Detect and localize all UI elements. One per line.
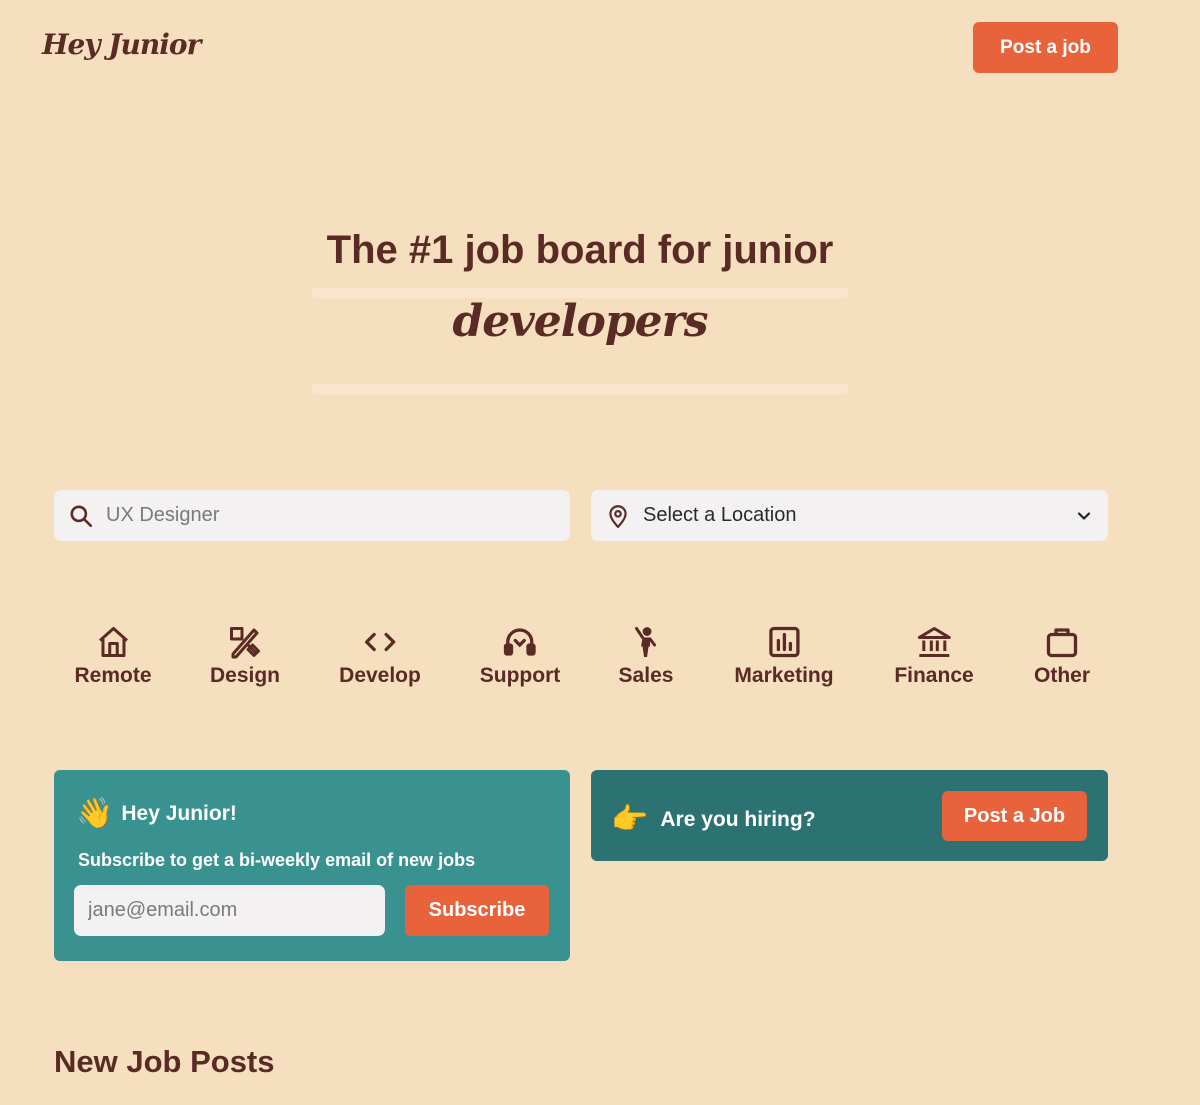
map-pin-icon — [609, 504, 627, 528]
category-label: Develop — [339, 664, 421, 687]
bar-chart-icon — [768, 626, 800, 658]
logo[interactable]: Hey Junior — [42, 28, 201, 61]
category-support[interactable]: Support — [480, 624, 560, 688]
waving-hand-icon: 👋 — [76, 797, 114, 830]
hero-title: The #1 job board for junior — [326, 228, 834, 272]
category-finance[interactable]: Finance — [894, 624, 974, 688]
category-label: Support — [479, 664, 561, 687]
email-field[interactable] — [74, 885, 385, 936]
location-select[interactable]: Select a Location — [591, 490, 1108, 541]
subscribe-button[interactable]: Subscribe — [405, 885, 549, 936]
post-a-job-button[interactable]: Post a Job — [942, 791, 1087, 841]
briefcase-icon — [1046, 628, 1078, 658]
hero-underline — [312, 384, 848, 394]
bank-icon — [917, 627, 951, 657]
category-marketing[interactable]: Marketing — [734, 624, 834, 688]
pointing-hand-icon: 👉 — [611, 803, 649, 836]
post-job-button[interactable]: Post a job — [973, 22, 1118, 73]
category-develop[interactable]: Develop — [339, 624, 421, 688]
subscribe-title: 👋 Hey Junior! — [76, 796, 237, 831]
person-waving-icon — [635, 627, 657, 657]
headset-icon — [504, 628, 536, 656]
subscribe-description: Subscribe to get a bi-weekly email of ne… — [78, 850, 476, 870]
category-design[interactable]: Design — [210, 624, 280, 688]
category-label: Sales — [618, 664, 674, 687]
hiring-label: Are you hiring? — [660, 807, 816, 831]
category-label: Marketing — [734, 664, 834, 687]
search-box[interactable] — [54, 490, 570, 541]
category-remote[interactable]: Remote — [74, 624, 152, 688]
design-tools-icon — [229, 627, 260, 659]
subscribe-card: 👋 Hey Junior! Subscribe to get a bi-week… — [54, 770, 570, 961]
location-select-value: Select a Location — [643, 504, 797, 526]
category-list: Remote Design Develop Support Sales Mark… — [0, 624, 1200, 694]
code-icon — [364, 632, 396, 652]
subscribe-title-text: Hey Junior! — [121, 801, 237, 825]
hiring-text: 👉 Are you hiring? — [611, 802, 816, 837]
category-other[interactable]: Other — [1034, 624, 1090, 688]
category-sales[interactable]: Sales — [618, 624, 674, 688]
category-label: Remote — [74, 664, 152, 687]
chevron-down-icon — [1077, 511, 1091, 520]
category-label: Finance — [894, 664, 974, 687]
category-label: Other — [1033, 664, 1091, 687]
category-label: Design — [209, 664, 281, 687]
hiring-card: 👉 Are you hiring? Post a Job — [591, 770, 1108, 861]
search-icon — [70, 504, 93, 527]
hero-title-highlight: developers — [452, 296, 708, 347]
home-icon — [98, 627, 128, 657]
search-input[interactable] — [106, 504, 526, 527]
new-job-posts-heading: New Job Posts — [54, 1044, 275, 1079]
